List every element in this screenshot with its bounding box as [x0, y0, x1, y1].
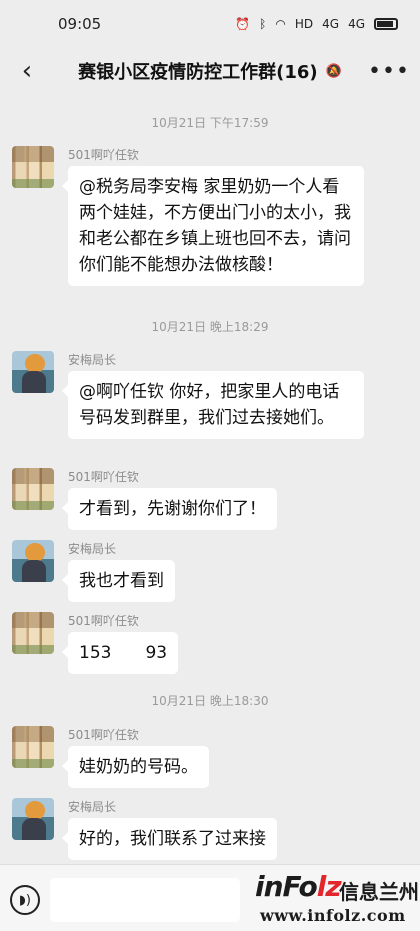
watermark-logo: inFolz: [255, 870, 342, 903]
cartoon-figures-avatar[interactable]: [12, 726, 54, 768]
status-time: 09:05: [58, 15, 102, 33]
mute-bell-icon: 🔕: [325, 63, 342, 79]
cartoon-person-avatar[interactable]: [12, 540, 54, 582]
message-bubble[interactable]: @税务局李安梅 家里奶奶一个人看两个娃娃，不方便出门小的太小，我和老公都在乡镇上…: [62, 166, 364, 286]
status-icons: ⏰ ᛒ ◠ HD 4G 4G: [235, 17, 398, 31]
voice-icon[interactable]: ◗): [10, 885, 40, 915]
time-label: 10月21日 晚上18:29: [151, 320, 269, 334]
sender-name: 安梅局长: [68, 542, 117, 556]
watermark: inFolz 信息兰州 www.infolz.com: [255, 868, 419, 928]
wifi-icon: ◠: [275, 17, 286, 31]
message-bubble[interactable]: 好的，我们联系了过来接: [62, 818, 277, 860]
sender-name: 501啊吖任钦: [68, 470, 139, 484]
message-bubble[interactable]: 153 93: [61, 632, 179, 674]
message-input[interactable]: [50, 878, 240, 922]
watermark-url: www.infolz.com: [260, 906, 406, 925]
time-label: 10月21日 晚上18:30: [151, 694, 269, 708]
message-bubble[interactable]: @啊吖任钦 你好，把家里人的电话号码发到群里，我们过去接她们。: [62, 371, 364, 439]
page-title: 赛银小区疫情防控工作群(16): [78, 62, 318, 83]
cartoon-figures-avatar[interactable]: [12, 468, 54, 510]
chat-header: ‹ 赛银小区疫情防控工作群(16) 🔕 •••: [0, 48, 420, 94]
message-bubble[interactable]: 娃奶奶的号码。: [62, 746, 209, 788]
signal-icon-2: 4G: [348, 17, 365, 31]
cartoon-figures-avatar[interactable]: [12, 612, 54, 654]
watermark-name: 信息兰州: [339, 880, 419, 904]
chevron-left-icon[interactable]: ‹: [12, 56, 42, 86]
more-dots-icon[interactable]: •••: [368, 56, 409, 86]
bluetooth-icon: ᛒ: [259, 17, 267, 31]
battery-icon: [374, 18, 398, 30]
sender-name: 安梅局长: [68, 800, 117, 814]
sender-name: 501啊吖任钦: [68, 148, 139, 162]
hd-badge: HD: [294, 17, 314, 31]
signal-icon-1: 4G: [322, 17, 340, 31]
cartoon-figures-avatar[interactable]: [12, 146, 54, 188]
sender-name: 501啊吖任钦: [68, 614, 139, 628]
cartoon-person-avatar[interactable]: [12, 351, 54, 393]
chat-area[interactable]: 10月21日 下午17:59 501啊吖任钦 @税务局李安梅 家里奶奶一个人看两…: [0, 94, 420, 864]
message-bubble[interactable]: 才看到，先谢谢你们了！: [62, 488, 277, 530]
time-label: 10月21日 下午17:59: [151, 116, 269, 130]
cartoon-person-avatar[interactable]: [12, 798, 54, 840]
message-bubble[interactable]: 我也才看到: [62, 560, 175, 602]
alarm-icon: ⏰: [235, 17, 251, 31]
sender-name: 安梅局长: [68, 353, 117, 367]
status-bar: 09:05 ⏰ ᛒ ◠ HD 4G 4G: [0, 0, 420, 48]
sender-name: 501啊吖任钦: [68, 728, 139, 742]
